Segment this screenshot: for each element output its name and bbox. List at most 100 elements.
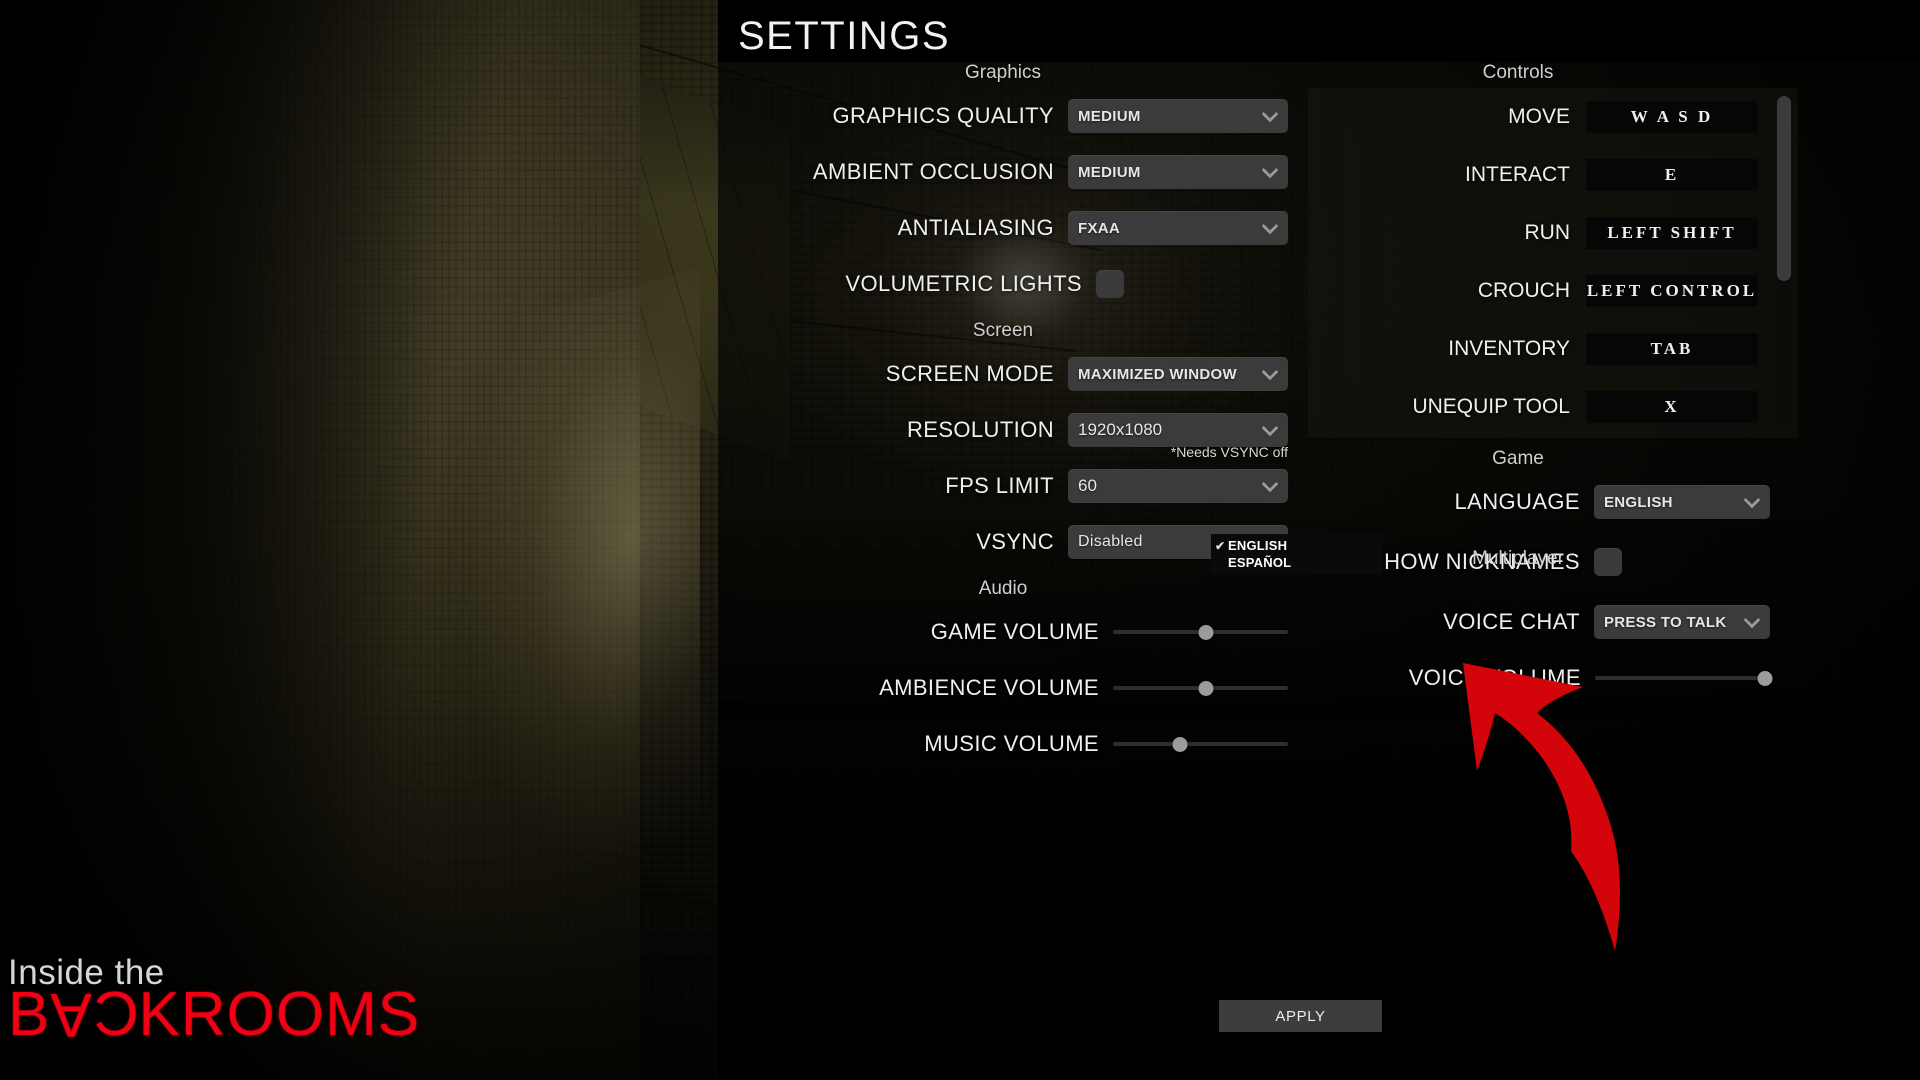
setting-row-antialiasing: ANTIALIASING FXAA [718,200,1288,256]
dropdown-language[interactable]: ENGLISH [1594,485,1770,519]
control-binding-row: RUN LEFT SHIFT [1308,204,1798,262]
dropdown-option-label: ESPAÑOL [1228,555,1292,570]
keybind-value: LEFT SHIFT [1607,223,1737,242]
label-fps-limit: FPS LIMIT [945,473,1054,498]
setting-row-graphics-quality: GRAPHICS QUALITY MEDIUM [718,88,1288,144]
dropdown-value-fps-limit: 60 [1078,476,1097,495]
label-antialiasing: ANTIALIASING [897,215,1054,240]
controls-list: MOVE W A S D INTERACT E RUN LEFT SHIFT CROUCH L… [1308,88,1798,436]
setting-row-ambience-volume: AMBIENCE VOLUME [718,660,1288,716]
dropdown-voice-chat[interactable]: PRESS TO TALK [1594,605,1770,639]
label-voice-volume: VOICE VOLUME [1408,665,1581,690]
dropdown-list-language[interactable]: ✔ENGLISH✔ESPAÑOL [1211,534,1383,575]
setting-row-volumetric-lights: VOLUMETRIC LIGHTS [718,256,1288,312]
label-language: LANGUAGE [1454,489,1580,514]
dropdown-option[interactable]: ✔ ENGLISH [1211,537,1383,554]
section-header-screen: Screen [972,320,1034,341]
setting-row-voice-volume: VOICE VOLUME [1238,650,1798,706]
setting-row-vsync: VSYNC Disabled [718,514,1288,570]
label-screen-mode: SCREEN MODE [885,361,1054,386]
slider-voice-volume[interactable] [1595,661,1773,695]
game-settings-screen: SETTINGS Graphics GRAPHICS QUALITY MEDIU… [0,0,1920,1080]
control-binding-row: CROUCH LEFT CONTROL [1308,262,1798,320]
keybind-button[interactable]: X [1586,391,1758,423]
keybind-value: E [1664,165,1680,184]
right-settings-column: Controls MOVE W A S D INTERACT E RUN LEFT SHI… [1238,62,1798,706]
controls-scroll-area[interactable]: MOVE W A S D INTERACT E RUN LEFT SHIFT CROUCH L… [1308,88,1798,438]
dropdown-value-voice-chat: PRESS TO TALK [1604,613,1727,631]
keybind-button[interactable]: W A S D [1586,101,1758,133]
label-resolution: RESOLUTION [906,417,1054,442]
label-ambient-occlusion: AMBIENT OCCLUSION [812,159,1054,184]
game-logo: Inside the BACKROOMS [8,955,421,1050]
control-label: UNEQUIP TOOL [1412,395,1570,418]
scrollbar-thumb[interactable] [1777,96,1791,281]
keybind-value: LEFT CONTROL [1586,281,1758,300]
slider-track [1595,676,1770,680]
control-label: INTERACT [1465,163,1570,186]
chevron-down-icon [1746,494,1759,507]
logo-line-2: BACKROOMS [8,980,421,1050]
section-header-game: Game [1492,448,1544,469]
logo-letter: O [275,980,326,1049]
setting-row-music-volume: MUSIC VOLUME [718,716,1288,772]
checkbox-volumetric-lights[interactable] [1096,270,1124,298]
dropdown-value-screen-mode: MAXIMIZED WINDOW [1078,365,1237,383]
setting-row-voice-chat: VOICE CHAT PRESS TO TALK [1238,594,1798,650]
setting-row-game-volume: GAME VOLUME [718,604,1288,660]
label-vsync: VSYNC [976,529,1054,554]
slider-handle[interactable] [1172,736,1187,752]
keybind-button[interactable]: E [1586,159,1758,191]
section-header-audio: Audio [978,578,1028,599]
setting-row-fps-limit: *Needs VSYNC off FPS LIMIT 60 [718,444,1288,514]
section-header-graphics: Graphics [964,62,1042,83]
slider-handle[interactable] [1757,670,1773,686]
control-label: INVENTORY [1448,337,1570,360]
setting-row-language: LANGUAGE ENGLISH [1238,474,1798,530]
logo-letter: O [226,980,276,1049]
keybind-button[interactable]: TAB [1586,333,1758,365]
slider-music-volume[interactable] [1113,727,1288,761]
control-binding-row: INVENTORY TAB [1308,320,1798,378]
check-icon: ✔ [1215,538,1226,553]
left-settings-column: Graphics GRAPHICS QUALITY MEDIUM AMBIENT… [718,62,1288,772]
apply-button[interactable]: APPLY [1219,1000,1382,1032]
logo-letter: C [92,980,139,1049]
keybind-button[interactable]: LEFT SHIFT [1586,217,1758,249]
logo-letter: K [138,980,181,1049]
keybind-value: X [1664,397,1680,416]
dropdown-value-graphics-quality: MEDIUM [1078,107,1141,125]
label-music-volume: MUSIC VOLUME [924,731,1099,756]
dropdown-value-ambient-occlusion: MEDIUM [1078,163,1141,181]
dropdown-value-antialiasing: FXAA [1078,219,1121,237]
label-graphics-quality: GRAPHICS QUALITY [832,103,1054,128]
label-volumetric-lights: VOLUMETRIC LIGHTS [845,271,1082,296]
keybind-value: TAB [1650,339,1694,358]
label-ambience-volume: AMBIENCE VOLUME [879,675,1099,700]
section-header-controls: Controls [1482,62,1554,83]
logo-letter: A [50,980,93,1050]
slider-handle[interactable] [1198,680,1214,696]
dropdown-value-vsync: Disabled [1078,533,1143,550]
slider-handle[interactable] [1198,624,1214,640]
logo-letter: R [180,980,227,1049]
chevron-down-icon [1746,614,1759,627]
keybind-value: W A S D [1630,107,1714,126]
control-binding-row: UNEQUIP TOOL X [1308,378,1798,436]
dropdown-option[interactable]: ✔ESPAÑOL [1211,554,1383,571]
dropdown-value-language: ENGLISH [1604,493,1673,511]
control-binding-row: INTERACT E [1308,146,1798,204]
label-game-volume: GAME VOLUME [930,619,1099,644]
label-voice-chat: VOICE CHAT [1443,609,1580,634]
apply-button-label: APPLY [1275,1007,1326,1025]
logo-letter: M [325,980,378,1049]
control-label: CROUCH [1477,279,1570,302]
control-label: RUN [1524,221,1571,244]
keybind-button[interactable]: LEFT CONTROL [1586,275,1758,307]
dropdown-value-resolution: 1920x1080 [1078,420,1163,439]
dropdown-option-label: ENGLISH [1228,538,1288,553]
setting-row-screen-mode: SCREEN MODE MAXIMIZED WINDOW [718,346,1288,402]
logo-letter: S [377,980,421,1049]
control-label: MOVE [1508,105,1570,128]
setting-row-ambient-occlusion: AMBIENT OCCLUSION MEDIUM [718,144,1288,200]
